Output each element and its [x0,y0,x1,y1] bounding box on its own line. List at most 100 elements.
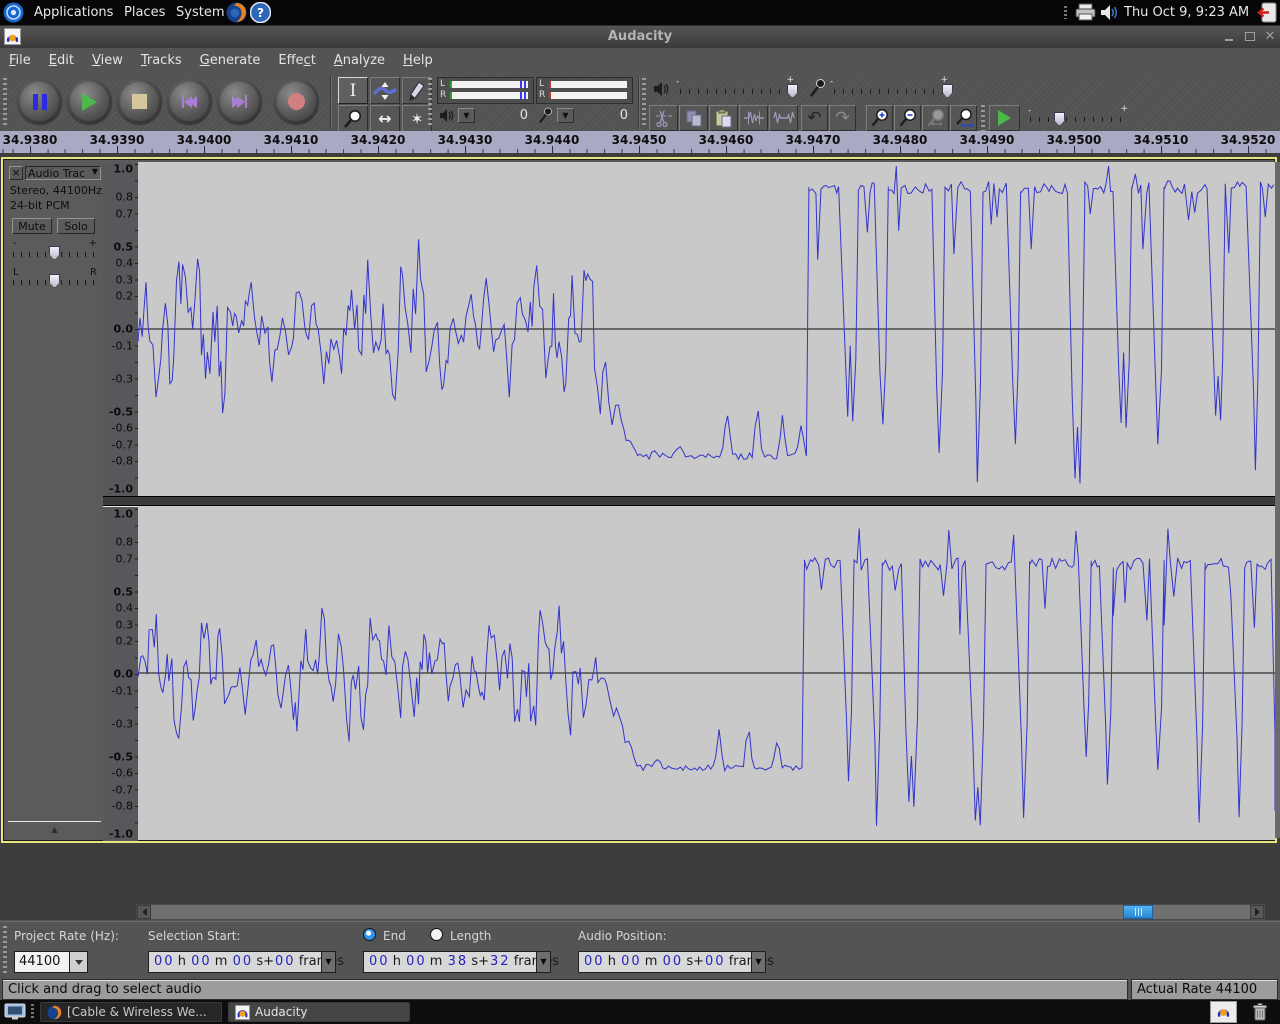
menu-places[interactable]: Places [118,0,171,25]
output-volume-thumb[interactable] [787,84,798,98]
field-dropdown-icon[interactable]: ▼ [536,952,550,972]
envelope-tool-button[interactable] [370,77,400,104]
selection-toolbar-grip[interactable] [3,926,7,974]
mixer-speaker-icon [653,81,670,97]
pan-slider[interactable]: L R [11,268,99,292]
task-firefox[interactable]: [Cable & Wireless We... [40,1002,222,1022]
timeshift-tool-button[interactable]: ↔ [370,105,400,132]
waveform-ch2[interactable] [138,506,1275,840]
meter-toolbar-grip[interactable] [428,78,432,127]
menu-help[interactable]: Help [394,48,442,74]
input-meter[interactable]: L R [536,77,633,104]
track-close-button[interactable]: × [9,166,23,180]
end-radio[interactable] [363,928,376,941]
redo-button[interactable]: ↷ [829,105,856,131]
menu-effect[interactable]: Effect [269,48,324,74]
show-desktop-button[interactable] [4,1003,26,1021]
zoom-to-selection-button[interactable] [950,105,977,131]
titlebar[interactable]: Audacity ✕ [0,26,1280,49]
silence-button[interactable] [769,105,798,131]
trim-button[interactable] [739,105,768,131]
mute-button[interactable]: Mute [12,218,52,234]
vertical-ruler-ch1[interactable]: 1.00.80.70.50.40.30.20.0-0.1-0.3-0.5-0.6… [103,162,139,496]
clock[interactable]: Thu Oct 9, 9:23 AM [1118,0,1255,25]
help-icon[interactable]: ? [250,2,271,23]
input-device-dropdown[interactable]: ▼ [557,108,574,123]
pause-button[interactable] [17,79,62,124]
output-volume-slider[interactable]: - + [676,76,804,102]
selection-tool-button[interactable]: I [338,77,368,104]
menu-tracks[interactable]: Tracks [132,48,191,74]
zoom-out-button[interactable] [894,105,921,131]
silence-icon [773,110,795,126]
menu-generate[interactable]: Generate [191,48,270,74]
logout-icon[interactable] [1256,2,1277,23]
project-rate-combo[interactable]: 44100 [14,951,88,973]
menu-applications[interactable]: Applications [28,0,119,25]
transport-toolbar-grip[interactable] [3,78,7,127]
transcription-toolbar-grip[interactable] [981,105,985,131]
tray-audacity-icon[interactable] [1210,1001,1237,1023]
horizontal-scrollbar [0,904,1280,920]
selection-start-field[interactable]: 00 h 00 m 00 s+00 frames ▼ [148,951,336,973]
menu-system[interactable]: System [170,0,230,25]
field-dropdown-icon[interactable]: ▼ [321,952,335,972]
undo-button[interactable]: ↶ [801,105,828,131]
close-button[interactable]: ✕ [1262,30,1278,44]
scrollbar-trough[interactable] [136,904,1265,920]
mixer-toolbar-grip[interactable] [642,78,646,127]
scrollbar-thumb[interactable] [1123,905,1153,919]
playback-speed-thumb[interactable] [1054,112,1065,126]
playback-speed-slider[interactable]: - + [1028,107,1128,131]
menu-view[interactable]: View [83,48,132,74]
waveform-ch1[interactable] [138,162,1275,496]
separator [638,76,640,129]
panel-grip[interactable] [1064,6,1067,19]
output-meter[interactable]: L R [437,77,534,104]
record-button[interactable] [274,79,319,124]
track-collapse-button[interactable]: ▲ [8,821,101,838]
audio-position-field[interactable]: 00 h 00 m 00 s+00 frames ▼ [578,951,766,973]
menu-file[interactable]: File [0,48,40,74]
taskbar-grip[interactable] [31,1004,34,1020]
gain-thumb[interactable] [49,246,60,260]
distro-logo-icon[interactable] [3,2,24,23]
selection-end-field[interactable]: 00 h 00 m 38 s+32 frames ▼ [363,951,551,973]
input-volume-thumb[interactable] [942,84,953,98]
copy-button[interactable] [679,105,708,131]
scroll-right-arrow[interactable] [1250,905,1264,919]
minimize-button[interactable] [1221,30,1237,44]
task-audacity[interactable]: Audacity [228,1002,410,1022]
vertical-scrollbar[interactable] [1275,162,1280,838]
menu-analyze[interactable]: Analyze [325,48,394,74]
timeline-ruler[interactable]: 34.938034.939034.940034.941034.942034.94… [0,131,1280,154]
trash-icon[interactable] [1250,1002,1270,1022]
fit-project-button[interactable] [922,105,949,131]
timeline-label: 34.9400 [177,133,232,147]
play-button[interactable] [67,79,112,124]
zoom-tool-button[interactable] [338,105,368,132]
cut-button[interactable] [649,105,678,131]
menu-edit[interactable]: Edit [40,48,83,74]
gain-slider[interactable]: - + [11,240,99,264]
maximize-button[interactable] [1242,30,1258,44]
printer-icon[interactable] [1074,3,1097,22]
solo-button[interactable]: Solo [57,218,95,234]
input-volume-slider[interactable]: - + [830,76,958,102]
firefox-launcher-icon[interactable] [226,2,247,23]
volume-icon[interactable] [1100,4,1120,21]
skip-to-end-button[interactable] [217,79,262,124]
output-device-dropdown[interactable]: ▼ [458,108,475,123]
stop-button[interactable] [117,79,162,124]
timeline-label: 34.9420 [351,133,406,147]
paste-button[interactable] [709,105,738,131]
track-name-dropdown[interactable]: Audio Trac ▼ [25,166,101,180]
skip-to-start-button[interactable] [167,79,212,124]
zoom-in-button[interactable] [866,105,893,131]
length-radio[interactable] [430,928,443,941]
scroll-left-arrow[interactable] [137,905,151,919]
pan-thumb[interactable] [49,274,60,288]
field-dropdown-icon[interactable]: ▼ [751,952,765,972]
vertical-ruler-ch2[interactable]: 1.00.80.70.50.40.30.20.0-0.1-0.3-0.5-0.6… [103,506,139,841]
play-at-speed-button[interactable] [989,105,1020,131]
